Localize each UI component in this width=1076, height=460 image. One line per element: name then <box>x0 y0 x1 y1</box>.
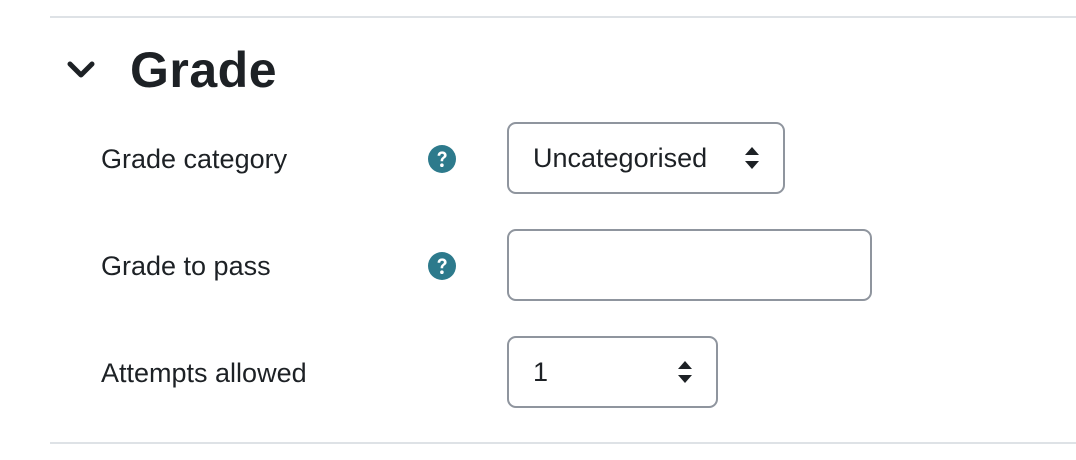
grade-category-select[interactable]: Uncategorised <box>507 122 785 194</box>
attempts-allowed-label: Attempts allowed <box>101 358 307 388</box>
select-arrows-icon <box>678 361 692 383</box>
attempts-allowed-value: 1 <box>533 356 549 387</box>
section-header[interactable]: Grade <box>66 40 277 100</box>
grade-category-label: Grade category <box>101 144 288 174</box>
grade-to-pass-label: Grade to pass <box>101 251 271 281</box>
grade-to-pass-row: Grade to pass <box>0 229 1076 303</box>
attempts-allowed-select[interactable]: 1 <box>507 336 718 408</box>
section-divider-bottom <box>50 442 1076 444</box>
section-divider-top <box>50 16 1076 18</box>
grade-category-value: Uncategorised <box>533 142 708 173</box>
grade-to-pass-input[interactable] <box>507 229 872 301</box>
chevron-down-icon[interactable] <box>66 52 102 88</box>
question-circle-icon[interactable] <box>428 252 456 280</box>
grade-settings-section: Grade Grade category Uncategorised Grade… <box>0 0 1076 460</box>
question-circle-icon[interactable] <box>428 145 456 173</box>
attempts-allowed-row: Attempts allowed 1 <box>0 336 1076 410</box>
grade-category-row: Grade category Uncategorised <box>0 122 1076 196</box>
select-arrows-icon <box>745 147 759 169</box>
section-title[interactable]: Grade <box>130 45 277 95</box>
